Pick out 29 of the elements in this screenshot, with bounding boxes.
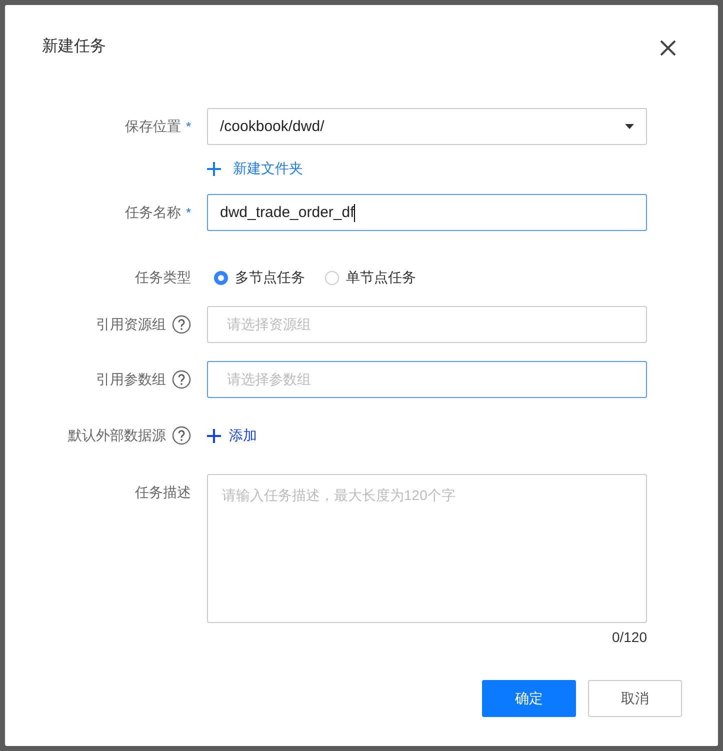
help-icon[interactable] [172,426,191,445]
field-label: 保存位置 [124,118,181,136]
close-icon[interactable] [660,40,676,56]
radio-button[interactable] [325,270,339,284]
add-link[interactable]: 添加 [229,426,257,444]
radio-button[interactable] [214,270,228,284]
dialog-title: 新建任务 [42,36,106,57]
new-folder-link[interactable]: 新建文件夹 [233,160,303,178]
plus-icon[interactable] [207,162,221,176]
field-label: 默认外部数据源 [68,426,166,444]
required-mark: * [186,205,191,220]
select-value: /cookbook/dwd/ [220,118,324,135]
cancel-button[interactable]: 取消 [588,680,682,717]
radio-label[interactable]: 多节点任务 [235,268,305,286]
field-label: 任务描述 [135,484,191,502]
caret-icon [625,124,634,129]
field-label: 引用资源组 [96,316,166,334]
field-label: 任务类型 [135,268,191,286]
plus-icon[interactable] [207,428,221,442]
help-icon[interactable] [172,315,191,334]
radio-label[interactable]: 单节点任务 [346,268,416,286]
help-icon[interactable] [172,370,191,389]
confirm-button[interactable]: 确定 [482,680,576,717]
character-counter: 0/120 [612,629,647,645]
input-field[interactable]: dwd_trade_order_df [207,194,647,231]
required-mark: * [186,119,191,134]
location-select[interactable]: /cookbook/dwd/ [207,108,647,145]
field-label: 任务名称 [124,204,181,222]
field-label: 引用参数组 [96,370,166,388]
